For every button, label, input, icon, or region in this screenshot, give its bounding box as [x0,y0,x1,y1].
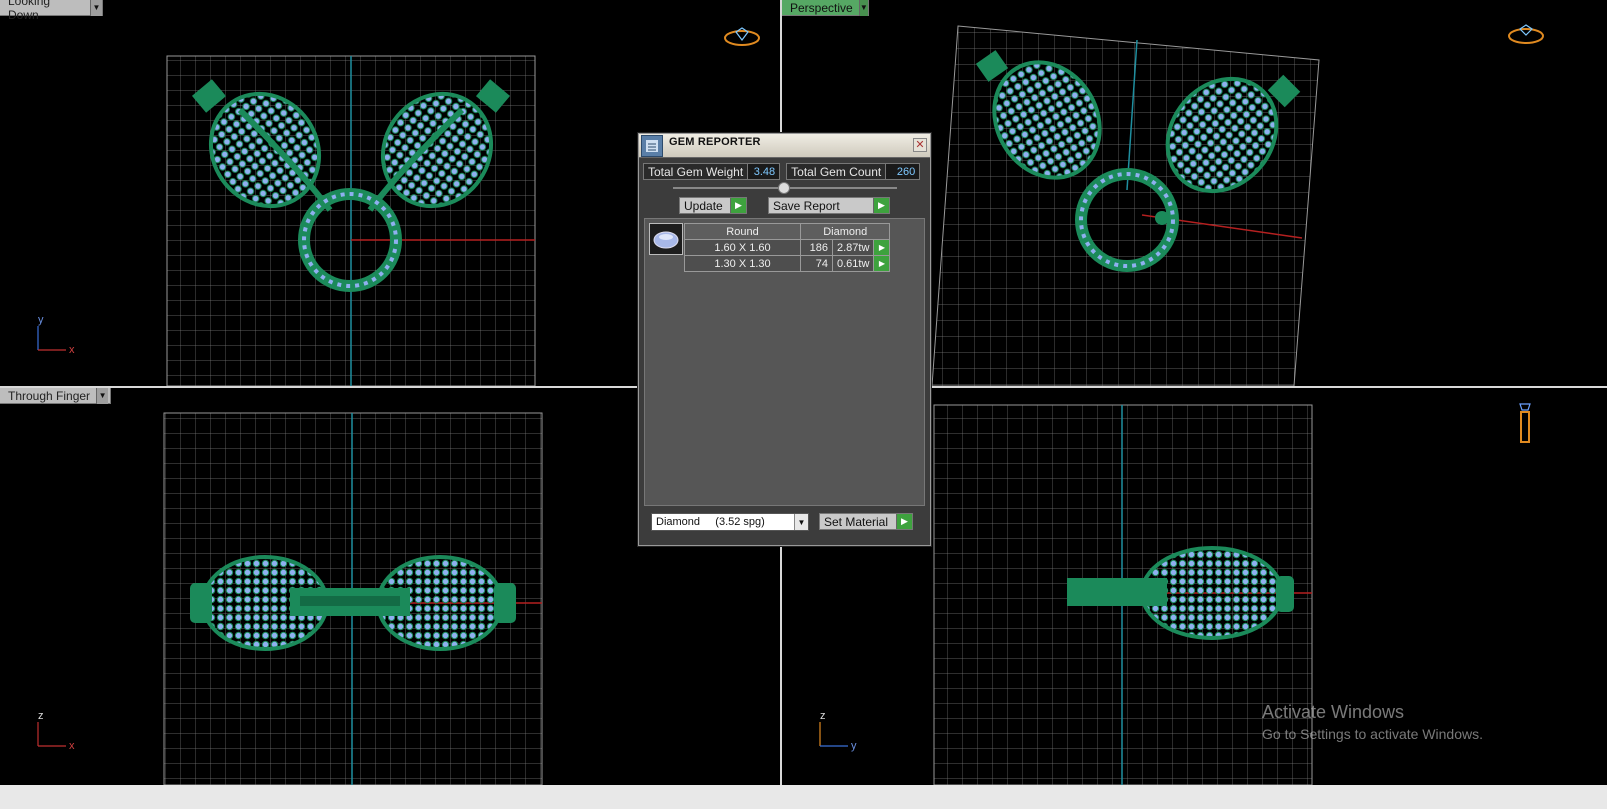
table-row: 1.30 X 1.30 74 0.61tw ▶ [684,255,891,272]
gem-weight: 2.87tw [831,239,875,256]
material-select-value: Diamond (3.52 spg) [656,516,765,528]
total-gem-weight-field: Total Gem Weight 3.48 [643,163,781,180]
gem-count: 186 [800,239,833,256]
row-select-arrow-icon[interactable]: ▶ [873,255,891,272]
gem-report-panel: Round Diamond 1.60 X 1.60 186 2.87tw ▶ 1… [644,218,925,506]
bottom-edge [0,785,1607,809]
viewport-label-perspective[interactable]: Perspective ▼ [782,0,869,16]
viewport-label-looking-down[interactable]: Looking Down ▼ [0,0,103,22]
gem-reporter-app-icon [641,134,663,157]
viewport-label-text: Through Finger [8,388,91,403]
dropdown-arrow-icon[interactable]: ▼ [858,0,868,16]
total-gem-count-value: 260 [885,164,920,179]
view-cube-ring-icon[interactable] [722,26,762,48]
axis-label-vertical: z [820,710,826,722]
gem-table-header: Round Diamond [684,223,891,240]
update-button-label: Update [684,198,723,213]
row-select-arrow-icon[interactable]: ▶ [873,239,891,256]
axis-label-vertical: z [38,710,44,722]
axis-indicator-icon: z y [819,710,857,752]
dropdown-arrow-icon[interactable]: ▼ [96,388,109,404]
gem-size: 1.30 X 1.30 [684,255,801,272]
chevron-down-icon[interactable]: ▼ [794,514,808,530]
play-arrow-icon: ▶ [730,198,746,213]
viewport-label-through-finger[interactable]: Through Finger ▼ [0,388,111,404]
axis-indicator-icon: y x [37,314,75,356]
round-diamond-thumbnail-icon[interactable] [649,223,683,255]
viewport-label-text: Looking Down [8,0,51,22]
view-cube-ring-icon[interactable] [1506,22,1546,46]
save-report-button[interactable]: Save Report ▶ [768,197,890,214]
material-select[interactable]: Diamond (3.52 spg) ▼ [651,513,809,531]
gem-count: 74 [800,255,833,272]
set-material-button-label: Set Material [824,514,889,529]
viewport-label-text: Perspective [790,0,853,15]
report-slider[interactable] [673,182,897,194]
app-window: Looking Down ▼ y x Perspective ▼ Through… [0,0,1607,809]
dropdown-arrow-icon[interactable]: ▼ [90,0,102,16]
play-arrow-icon: ▶ [896,514,912,529]
dialog-titlebar[interactable]: GEM REPORTER ✕ [639,134,930,158]
gem-size: 1.60 X 1.60 [684,239,801,256]
update-button[interactable]: Update ▶ [679,197,747,214]
play-arrow-icon: ▶ [873,198,889,213]
total-gem-weight-label: Total Gem Weight [648,164,744,179]
ring-view-icon[interactable] [1510,400,1540,450]
total-gem-count-label: Total Gem Count [791,164,882,179]
close-icon[interactable]: ✕ [913,138,927,152]
gem-weight: 0.61tw [831,255,875,272]
axis-label-horizontal: x [69,740,75,752]
axis-label-horizontal: y [851,740,857,752]
total-gem-weight-value: 3.48 [747,164,780,179]
save-report-button-label: Save Report [773,198,840,213]
axis-label-vertical: y [38,314,44,326]
gem-reporter-dialog[interactable]: GEM REPORTER ✕ Total Gem Weight 3.48 Tot… [638,133,931,546]
axis-label-horizontal: x [69,344,75,356]
slider-knob[interactable] [778,182,790,194]
set-material-button[interactable]: Set Material ▶ [819,513,913,530]
dialog-title: GEM REPORTER [669,135,761,148]
shape-header: Round [684,223,801,240]
axis-indicator-icon: z x [37,710,75,752]
material-header: Diamond [799,223,891,240]
table-row: 1.60 X 1.60 186 2.87tw ▶ [684,239,891,256]
gem-table: Round Diamond 1.60 X 1.60 186 2.87tw ▶ 1… [684,223,891,272]
total-gem-count-field: Total Gem Count 260 [786,163,921,180]
